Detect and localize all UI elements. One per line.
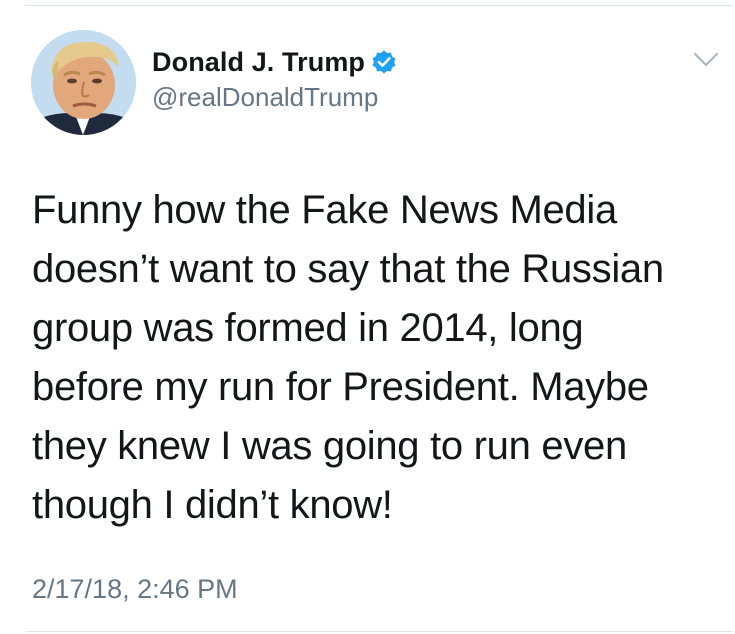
- display-name[interactable]: Donald J. Trump: [152, 47, 365, 78]
- tweet-text-line: they knew I was going to run even: [32, 424, 627, 468]
- user-handle[interactable]: @realDonaldTrump: [152, 82, 397, 113]
- name-row: Donald J. Trump: [152, 44, 397, 80]
- tweet-text-line: group was formed in 2014, long: [32, 306, 584, 350]
- bottom-divider: [25, 631, 733, 632]
- tweet-text-line: Funny how the Fake News Media: [32, 188, 617, 232]
- tweet-header: Donald J. Trump @realDonaldTrump: [152, 44, 397, 113]
- tweet-text: Funny how the Fake News Media doesn’t wa…: [32, 181, 722, 535]
- avatar[interactable]: [31, 30, 136, 135]
- chevron-down-icon[interactable]: [692, 50, 720, 70]
- tweet-timestamp[interactable]: 2/17/18, 2:46 PM: [32, 574, 238, 605]
- avatar-image: [31, 30, 136, 135]
- tweet-text-line: doesn’t want to say that the Russian: [32, 247, 664, 291]
- verified-badge-icon: [371, 49, 397, 75]
- tweet-text-line: before my run for President. Maybe: [32, 365, 649, 409]
- top-divider: [25, 5, 733, 6]
- tweet-text-line: though I didn’t know!: [32, 483, 393, 527]
